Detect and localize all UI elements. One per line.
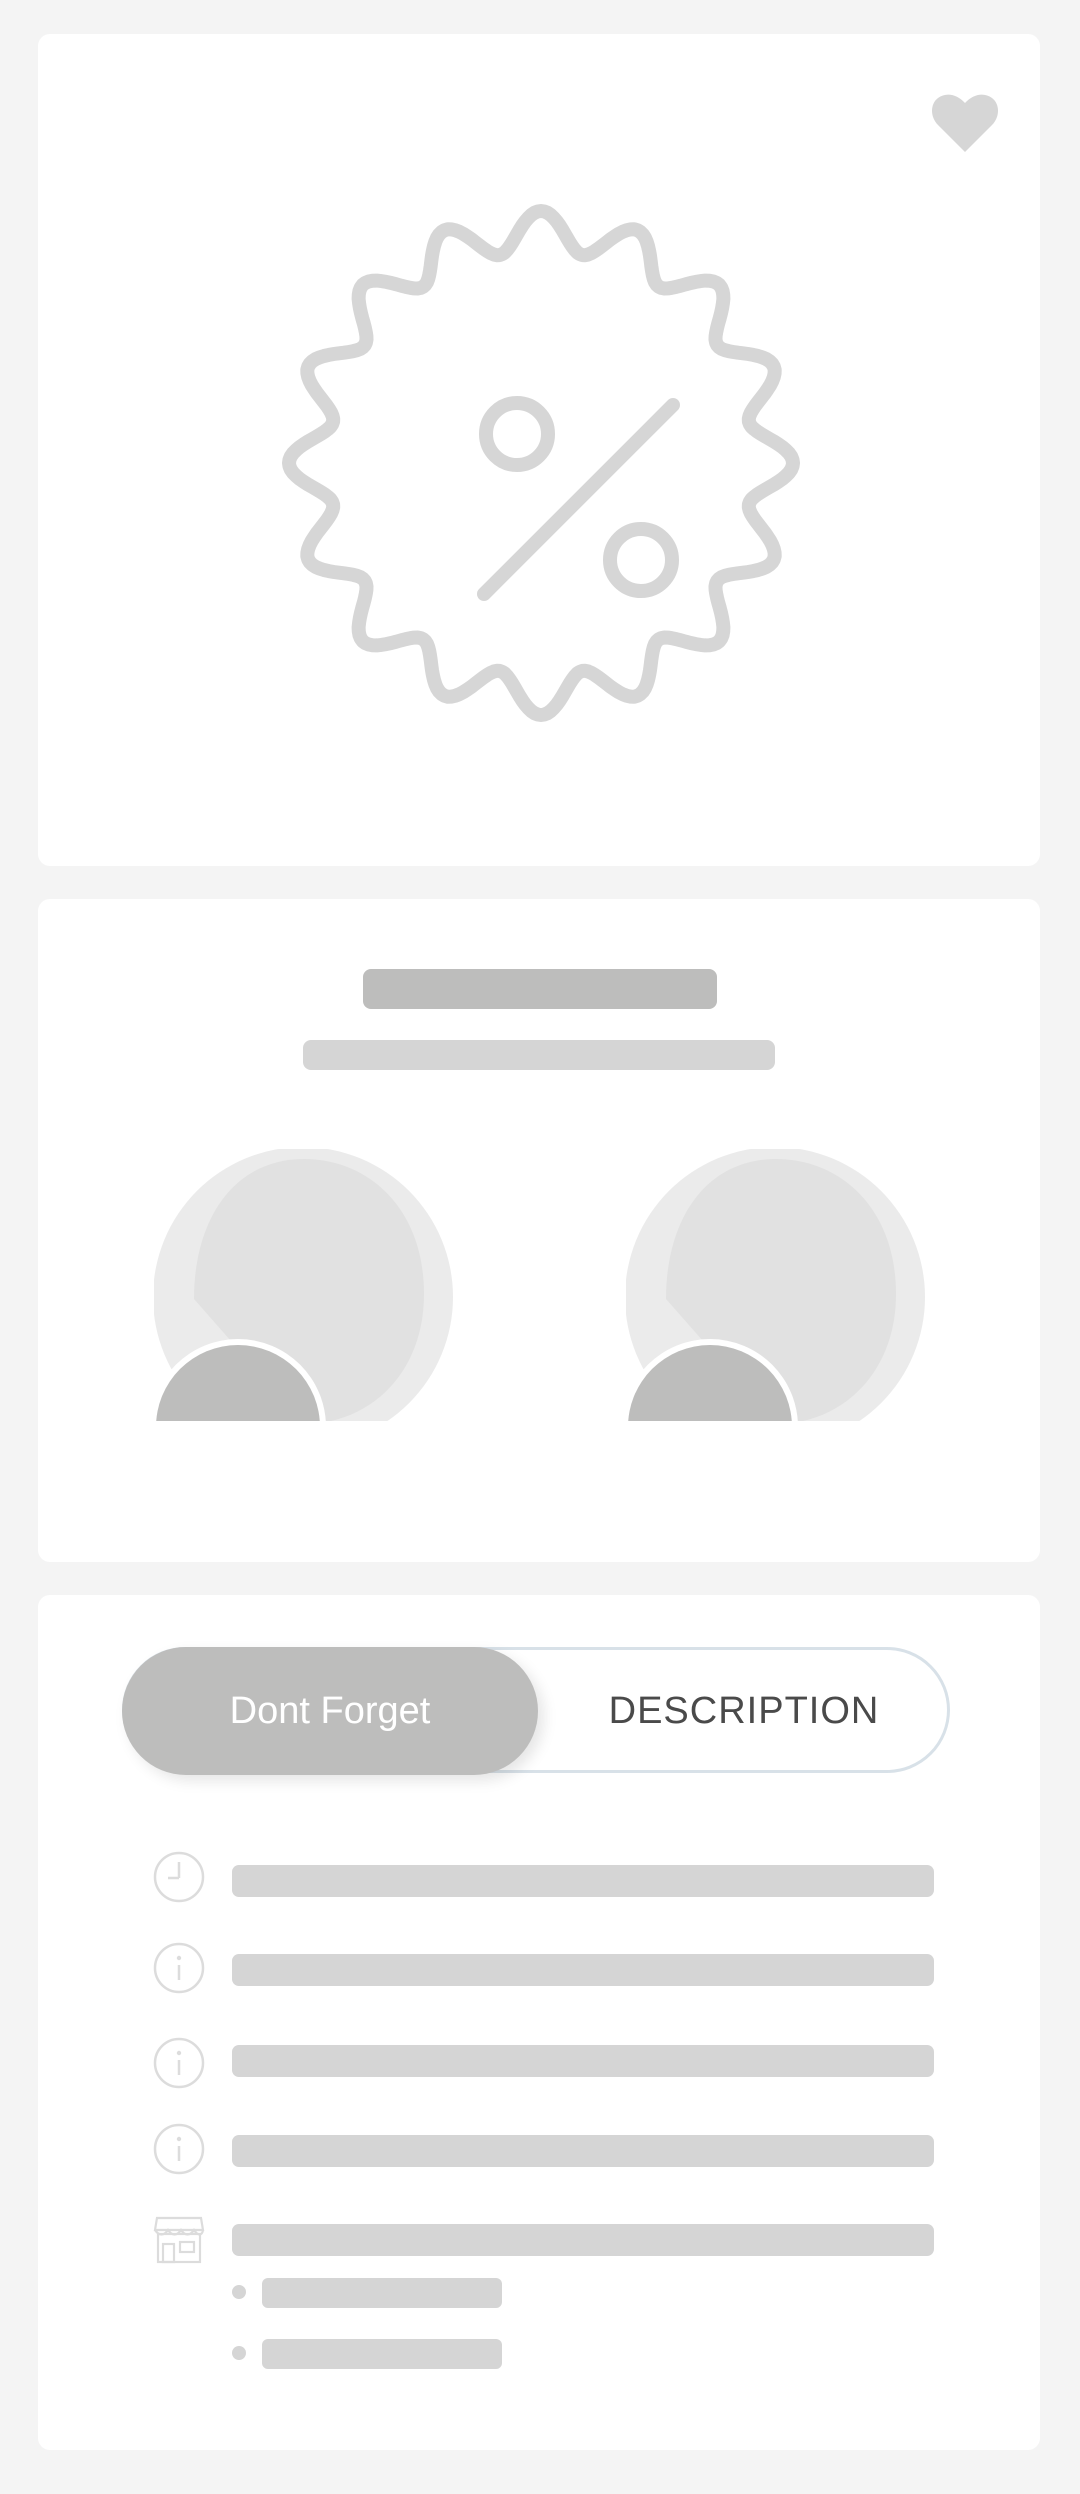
info-icon (152, 2122, 206, 2176)
details-card: Dont Forget DESCRIPTION (38, 1595, 1040, 2450)
info-icon (152, 2036, 206, 2090)
bullet-dot (232, 2285, 246, 2299)
info-card (38, 899, 1040, 1562)
detail-line-2 (232, 1954, 934, 1986)
heart-icon[interactable] (930, 90, 1000, 156)
bullet-line-1 (262, 2278, 502, 2308)
store-icon (152, 2212, 206, 2266)
avatar-pair-left (150, 1147, 454, 1515)
clock-icon (152, 1850, 206, 1904)
detail-line-3 (232, 2045, 934, 2077)
subtitle-placeholder (303, 1040, 775, 1070)
avatar-pair-right (622, 1147, 926, 1515)
bullet-line-2 (262, 2339, 502, 2369)
detail-line-1 (232, 1865, 934, 1897)
tab-description[interactable]: DESCRIPTION (538, 1647, 950, 1775)
bullet-dot (232, 2346, 246, 2360)
detail-line-5 (232, 2224, 934, 2256)
discount-badge-icon (280, 202, 802, 724)
hero-card (38, 34, 1040, 866)
tab-dont-forget[interactable]: Dont Forget (122, 1647, 538, 1775)
detail-line-4 (232, 2135, 934, 2167)
title-placeholder (363, 969, 717, 1009)
info-icon (152, 1941, 206, 1995)
